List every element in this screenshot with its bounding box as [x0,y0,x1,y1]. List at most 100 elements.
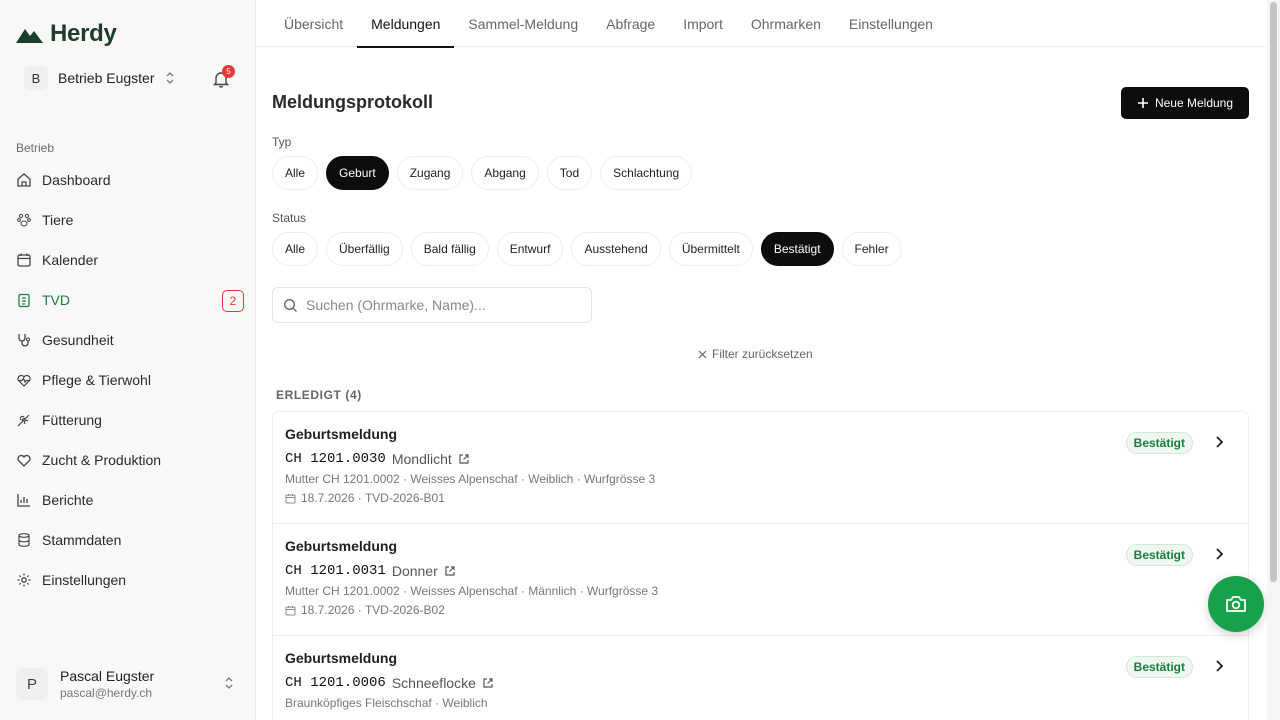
sidebar-item-fuetterung[interactable]: Fütterung [8,400,248,440]
status-chip-fehler[interactable]: Fehler [841,232,902,266]
sidebar-item-label: Gesundheit [42,332,114,348]
status-chip-alle[interactable]: Alle [272,232,319,266]
scrollbar[interactable] [1267,0,1280,720]
report-title: Geburtsmeldung [285,538,398,554]
stethoscope-icon [16,332,32,348]
chevron-updown-icon [225,677,233,689]
logo-text: Herdy [50,20,117,47]
tab-import[interactable]: Import [669,0,737,47]
external-link-icon[interactable] [458,453,470,465]
status-chip-ueberfaellig[interactable]: Überfällig [326,232,403,266]
sidebar-item-kalender[interactable]: Kalender [8,240,248,280]
status-chip-entwurf[interactable]: Entwurf [496,232,564,266]
calendar-icon [285,493,296,503]
tab-sammel-meldung[interactable]: Sammel-Meldung [454,0,592,47]
type-chip-schlachtung[interactable]: Schlachtung [600,156,693,190]
ear-tag-number: CH 1201.0006 [285,675,386,691]
sidebar-item-zucht[interactable]: Zucht & Produktion [8,440,248,480]
avatar: P [16,668,48,700]
new-report-label: Neue Meldung [1154,96,1234,110]
top-tabs: Übersicht Meldungen Sammel-Meldung Abfra… [256,0,1266,48]
user-menu[interactable]: P Pascal Eugster pascal@herdy.ch [16,664,244,704]
chevron-updown-icon [166,72,173,84]
sidebar-item-label: Pflege & Tierwohl [42,372,151,388]
status-chip-uebermittelt[interactable]: Übermittelt [668,232,753,266]
sidebar-item-label: Berichte [42,492,94,508]
sidebar-item-gesundheit[interactable]: Gesundheit [8,320,248,360]
plus-icon [1137,98,1148,108]
farm-switcher[interactable]: B Betrieb Eugster [16,64,184,92]
tab-uebersicht[interactable]: Übersicht [270,0,357,47]
report-date: 18.7.2026 · TVD-2026-B02 [301,603,445,617]
mountain-logo-icon [16,29,43,43]
status-chip-ausstehend[interactable]: Ausstehend [571,232,661,266]
home-icon [16,172,32,188]
sidebar-item-tiere[interactable]: Tiere [8,200,248,240]
status-filter-chips: Alle Überfällig Bald fällig Entwurf Auss… [272,232,902,266]
sidebar-item-label: Stammdaten [42,532,122,548]
status-chip-bestaetigt[interactable]: Bestätigt [760,232,834,266]
animal-tag-row: CH 1201.0030 Mondlicht [285,451,1236,467]
camera-scan-button[interactable] [1208,576,1264,632]
sidebar-item-stammdaten[interactable]: Stammdaten [8,520,248,560]
report-title: Geburtsmeldung [285,650,398,666]
sidebar-item-tvd[interactable]: TVD 2 [8,280,248,320]
reset-filters-button[interactable]: Filter zurücksetzen [698,347,813,361]
report-date-row: 18.7.2026 · TVD-2026-B02 [285,603,1236,617]
status-chip-bald-faellig[interactable]: Bald fällig [410,232,489,266]
status-badge: Bestätigt [1125,656,1193,678]
list-item[interactable]: Geburtsmeldung CH 1201.0030 Mondlicht Mu… [273,412,1248,524]
logo[interactable]: Herdy [16,20,117,48]
type-chip-abgang[interactable]: Abgang [471,156,539,190]
sidebar-item-pflege[interactable]: Pflege & Tierwohl [8,360,248,400]
heart-pulse-icon [16,372,32,388]
type-chip-tod[interactable]: Tod [546,156,593,190]
chevron-right-icon[interactable] [1215,435,1224,449]
ear-tag-number: CH 1201.0030 [285,451,386,467]
list-item[interactable]: Geburtsmeldung CH 1201.0006 Schneeflocke… [273,636,1248,720]
notification-badge: 5 [222,65,235,78]
list-item[interactable]: Geburtsmeldung CH 1201.0031 Donner Mutte… [273,524,1248,636]
wheat-icon [16,412,32,428]
bar-chart-icon [16,492,32,508]
tvd-count-badge: 2 [222,290,244,312]
database-icon [16,532,32,548]
type-chip-alle[interactable]: Alle [272,156,319,190]
tab-abfrage[interactable]: Abfrage [592,0,669,47]
external-link-icon[interactable] [444,565,456,577]
type-chip-geburt[interactable]: Geburt [326,156,389,190]
report-meta: Mutter CH 1201.0002 · Weisses Alpenschaf… [285,472,656,486]
ear-tag-number: CH 1201.0031 [285,563,386,579]
tab-ohrmarken[interactable]: Ohrmarken [737,0,835,47]
heart-icon [16,452,32,468]
sidebar-item-berichte[interactable]: Berichte [8,480,248,520]
search-input[interactable] [306,297,576,313]
report-list: Geburtsmeldung CH 1201.0030 Mondlicht Mu… [272,411,1249,720]
animal-name: Donner [391,563,438,579]
reset-filters-label: Filter zurücksetzen [712,347,813,361]
animal-name: Schneeflocke [391,675,476,691]
close-icon [698,350,707,358]
type-chip-zugang[interactable]: Zugang [396,156,464,190]
sidebar-nav: Dashboard Tiere Kalender TVD 2 Gesundhei… [8,160,248,600]
section-label: Betrieb [16,141,55,155]
new-report-button[interactable]: Neue Meldung [1121,87,1249,119]
external-link-icon[interactable] [482,677,494,689]
scrollbar-thumb[interactable] [1270,2,1277,582]
search-box [272,287,592,323]
animal-name: Mondlicht [391,451,452,467]
report-meta: Braunköpfiges Fleischschaf · Weiblich [285,696,488,710]
chevron-right-icon[interactable] [1215,547,1224,561]
paw-icon [16,212,32,228]
sidebar-item-dashboard[interactable]: Dashboard [8,160,248,200]
tab-einstellungen[interactable]: Einstellungen [835,0,947,47]
user-email: pascal@herdy.ch [60,686,153,700]
type-filter-chips: Alle Geburt Zugang Abgang Tod Schlachtun… [272,156,693,190]
status-filter-label: Status [272,211,307,225]
report-date-row: 18.7.2026 · TVD-2026-B01 [285,491,1236,505]
tab-meldungen[interactable]: Meldungen [357,0,455,48]
sidebar-item-einstellungen[interactable]: Einstellungen [8,560,248,600]
animal-tag-row: CH 1201.0031 Donner [285,563,1236,579]
sidebar-item-label: Dashboard [42,172,111,188]
chevron-right-icon[interactable] [1215,659,1224,673]
